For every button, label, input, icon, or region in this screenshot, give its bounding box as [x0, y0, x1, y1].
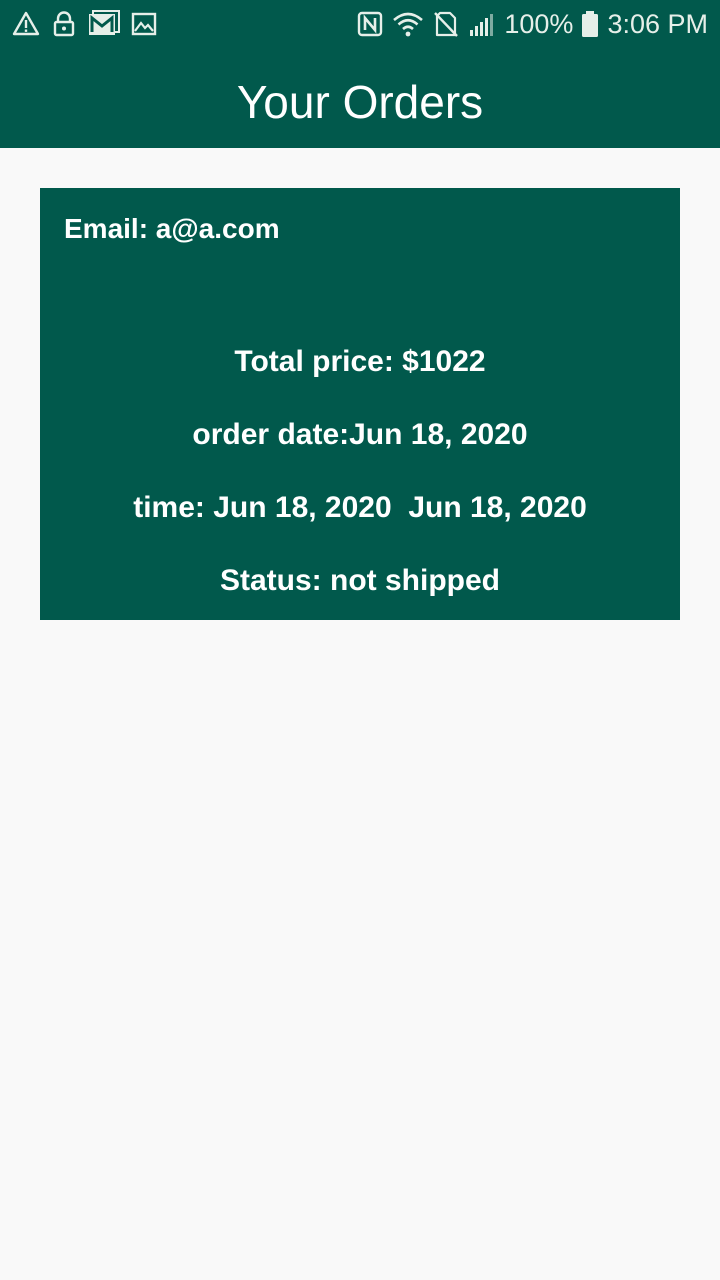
app-bar: Your Orders: [0, 48, 720, 148]
gmail-icon: [88, 10, 120, 38]
system-indicators: 100% 3:06 PM: [356, 8, 708, 40]
order-email: Email: a@a.com: [64, 213, 280, 244]
warning-icon: [12, 10, 40, 38]
wifi-icon: [392, 10, 424, 38]
order-card[interactable]: Email: a@a.com Total price: $1022 order …: [40, 188, 680, 620]
status-bar: 100% 3:06 PM: [0, 0, 720, 48]
order-total-price: Total price: $1022: [234, 345, 486, 378]
nfc-icon: [356, 10, 384, 38]
order-time: time: Jun 18, 2020 Jun 18, 2020: [133, 491, 587, 524]
battery-percentage: 100%: [504, 9, 574, 39]
notification-icons: [12, 10, 158, 38]
no-sim-icon: [432, 10, 460, 38]
order-status: Status: not shipped: [220, 564, 500, 597]
signal-icon: [468, 10, 496, 38]
lock-icon: [50, 10, 78, 38]
page-title: Your Orders: [236, 76, 484, 128]
image-icon: [130, 10, 158, 38]
clock: 3:06 PM: [607, 9, 708, 39]
battery-icon: [581, 10, 599, 38]
order-date: order date:Jun 18, 2020: [192, 418, 528, 451]
